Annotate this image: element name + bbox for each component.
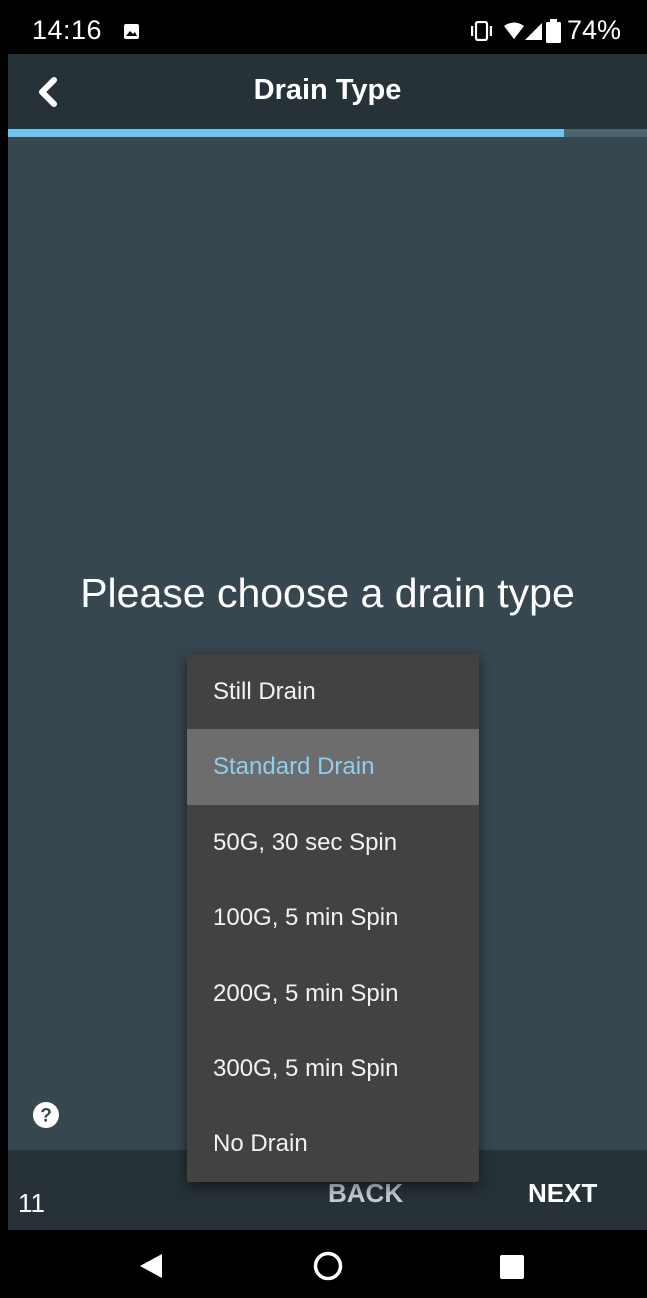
question-circle-icon[interactable]: ? <box>32 1101 60 1129</box>
page-title: Drain Type <box>253 74 402 106</box>
svg-text:?: ? <box>40 1106 52 1127</box>
dropdown-option-200g-5min[interactable]: 200G, 5 min Spin <box>187 956 479 1031</box>
dropdown-option-no-drain[interactable]: No Drain <box>187 1106 479 1181</box>
dropdown-option-still-drain[interactable]: Still Drain <box>187 654 479 729</box>
nav-recents-icon[interactable] <box>499 1254 525 1280</box>
system-nav-bar <box>8 1230 647 1298</box>
back-button[interactable]: BACK <box>328 1178 403 1209</box>
battery-icon <box>546 19 561 43</box>
next-button[interactable]: NEXT <box>528 1178 597 1209</box>
progress-bar <box>8 129 647 137</box>
dropdown-option-standard-drain[interactable]: Standard Drain <box>187 729 479 805</box>
vibrate-icon <box>471 21 492 41</box>
dropdown-option-300g-5min[interactable]: 300G, 5 min Spin <box>187 1031 479 1106</box>
nav-back-icon[interactable] <box>138 1252 164 1280</box>
progress-fill <box>8 129 564 137</box>
status-bar: 14:16 74% <box>8 8 647 54</box>
drain-type-dropdown: Still Drain Standard Drain 50G, 30 sec S… <box>187 654 479 1182</box>
signal-icon <box>525 23 542 40</box>
wifi-icon <box>504 22 524 39</box>
app-bar: Drain Type <box>8 54 647 129</box>
status-time: 14:16 <box>32 15 103 45</box>
prompt-text: Please choose a drain type <box>80 570 575 616</box>
battery-percent: 74% <box>567 15 622 45</box>
dropdown-option-100g-5min[interactable]: 100G, 5 min Spin <box>187 880 479 955</box>
nav-home-icon[interactable] <box>312 1250 344 1282</box>
step-number: 11 <box>18 1188 45 1218</box>
dropdown-option-50g-30sec[interactable]: 50G, 30 sec Spin <box>187 805 479 880</box>
gallery-icon <box>124 24 139 39</box>
